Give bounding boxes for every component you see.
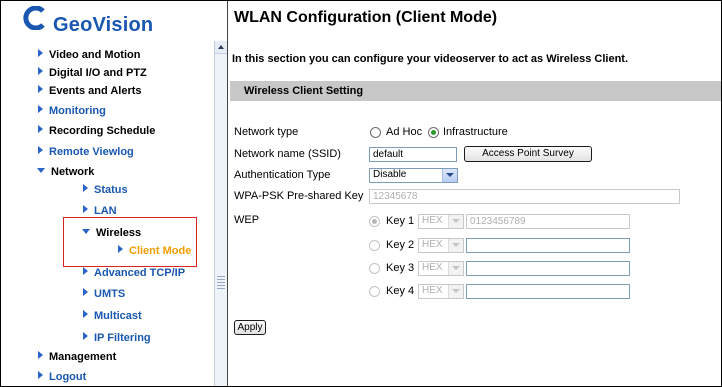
sidebar-item-label: Advanced TCP/IP: [94, 267, 186, 279]
arrow-right-icon: [83, 288, 88, 296]
arrow-right-icon: [83, 205, 88, 213]
wep-key1-input[interactable]: 0123456789: [466, 214, 630, 229]
scroll-grip[interactable]: [217, 276, 225, 290]
network-type-label: Network type: [234, 126, 299, 138]
main-content: WLAN Configuration (Client Mode) In this…: [228, 1, 721, 386]
page-title: WLAN Configuration (Client Mode): [234, 9, 498, 26]
sidebar-item-status[interactable]: Status: [83, 184, 128, 196]
wep-key2-label: Key 2: [386, 239, 415, 251]
ssid-label: Network name (SSID): [234, 148, 341, 160]
wep-key1-format: HEX: [422, 215, 443, 226]
wep-key3-label: Key 3: [386, 262, 415, 274]
wpa-psk-label: WPA-PSK Pre-shared Key: [234, 190, 364, 202]
arrow-right-icon: [83, 310, 88, 318]
app-window: GeoVision Video and Motion Digital I/O a…: [0, 0, 722, 387]
page-intro: In this section you can configure your v…: [232, 53, 629, 65]
wep-key4-label: Key 4: [386, 285, 415, 297]
chevron-down-icon[interactable]: [448, 285, 463, 298]
sidebar-item-label: IP Filtering: [94, 332, 151, 344]
authentication-type-label: Authentication Type: [234, 169, 331, 181]
arrow-right-icon: [83, 267, 88, 275]
infrastructure-label: Infrastructure: [443, 126, 508, 138]
sidebar-item-label: UMTS: [94, 288, 126, 300]
sidebar: GeoVision Video and Motion Digital I/O a…: [1, 1, 213, 386]
arrow-right-icon: [38, 146, 43, 154]
arrow-right-icon: [38, 371, 43, 379]
wep-key2-input[interactable]: [466, 238, 630, 253]
authentication-type-value: Disable: [373, 169, 407, 180]
sidebar-item-umts[interactable]: UMTS: [83, 288, 125, 300]
wep-key1-format-select[interactable]: HEX: [418, 214, 464, 229]
arrow-down-icon: [37, 168, 45, 173]
wep-key3-radio[interactable]: [369, 263, 380, 274]
wep-key4-format-select[interactable]: HEX: [418, 284, 464, 299]
sidebar-item-network[interactable]: Network: [37, 166, 94, 178]
apply-button[interactable]: Apply: [234, 320, 266, 335]
scroll-up-arrow-icon[interactable]: [215, 41, 227, 54]
sidebar-item-management[interactable]: Management: [38, 351, 116, 363]
wep-key4-input[interactable]: [466, 284, 630, 299]
sidebar-item-lan[interactable]: LAN: [83, 205, 117, 217]
sidebar-item-label: Recording Schedule: [49, 125, 156, 137]
wep-key2-format-select[interactable]: HEX: [418, 238, 464, 253]
wep-key3-input[interactable]: [466, 261, 630, 276]
sidebar-item-label: Network: [51, 166, 95, 178]
wep-label: WEP: [234, 214, 260, 226]
wep-key1-radio[interactable]: [369, 216, 380, 227]
chevron-down-icon[interactable]: [448, 262, 463, 275]
arrow-right-icon: [83, 184, 88, 192]
sidebar-item-label: LAN: [94, 205, 117, 217]
sidebar-item-label: Video and Motion: [49, 49, 141, 61]
wep-key4-radio[interactable]: [369, 286, 380, 297]
arrow-right-icon: [38, 105, 43, 113]
wep-key1-label: Key 1: [386, 215, 415, 227]
wpa-psk-input[interactable]: 12345678: [369, 189, 680, 204]
sidebar-item-events-alerts[interactable]: Events and Alerts: [38, 85, 142, 97]
section-header: Wireless Client Setting: [230, 81, 721, 101]
arrow-right-icon: [38, 85, 43, 93]
sidebar-item-remote-viewlog[interactable]: Remote Viewlog: [38, 146, 134, 158]
authentication-type-select[interactable]: Disable: [369, 168, 458, 183]
sidebar-item-label: Remote Viewlog: [49, 146, 134, 158]
sidebar-item-advanced-tcpip[interactable]: Advanced TCP/IP: [83, 267, 185, 279]
access-point-survey-button[interactable]: Access Point Survey: [464, 146, 592, 162]
sidebar-item-label: Management: [49, 351, 117, 363]
arrow-right-icon: [38, 67, 43, 75]
sidebar-item-ip-filtering[interactable]: IP Filtering: [83, 332, 151, 344]
wep-key3-format-select[interactable]: HEX: [418, 261, 464, 276]
brand-name: GeoVision: [53, 14, 154, 36]
wep-key2-radio[interactable]: [369, 240, 380, 251]
arrow-right-icon: [83, 332, 88, 340]
infrastructure-radio[interactable]: [428, 127, 439, 138]
arrow-right-icon: [38, 49, 43, 57]
sidebar-item-monitoring[interactable]: Monitoring: [38, 105, 106, 117]
sidebar-item-label: Logout: [49, 371, 87, 383]
sidebar-scrollbar[interactable]: [214, 41, 227, 386]
arrow-right-icon: [38, 125, 43, 133]
sidebar-item-recording-schedule[interactable]: Recording Schedule: [38, 125, 155, 137]
ssid-input[interactable]: default: [369, 147, 457, 162]
arrow-right-icon: [38, 351, 43, 359]
wep-key4-format: HEX: [422, 285, 443, 296]
chevron-down-icon[interactable]: [442, 169, 457, 182]
logo-mark-icon: [23, 6, 45, 30]
sidebar-item-logout[interactable]: Logout: [38, 371, 86, 383]
wep-key3-format: HEX: [422, 262, 443, 273]
highlight-box: [63, 217, 197, 267]
wep-key2-format: HEX: [422, 239, 443, 250]
sidebar-item-label: Multicast: [94, 310, 142, 322]
sidebar-item-label: Digital I/O and PTZ: [49, 67, 147, 79]
section-title: Wireless Client Setting: [244, 85, 364, 97]
sidebar-item-video-motion[interactable]: Video and Motion: [38, 49, 140, 61]
sidebar-item-label: Events and Alerts: [49, 85, 142, 97]
chevron-down-icon[interactable]: [448, 239, 463, 252]
sidebar-item-label: Monitoring: [49, 105, 106, 117]
sidebar-item-digital-io-ptz[interactable]: Digital I/O and PTZ: [38, 67, 147, 79]
sidebar-item-multicast[interactable]: Multicast: [83, 310, 142, 322]
ad-hoc-radio[interactable]: [370, 127, 381, 138]
ad-hoc-label: Ad Hoc: [386, 126, 423, 138]
sidebar-item-label: Status: [94, 184, 128, 196]
chevron-down-icon[interactable]: [448, 215, 463, 228]
